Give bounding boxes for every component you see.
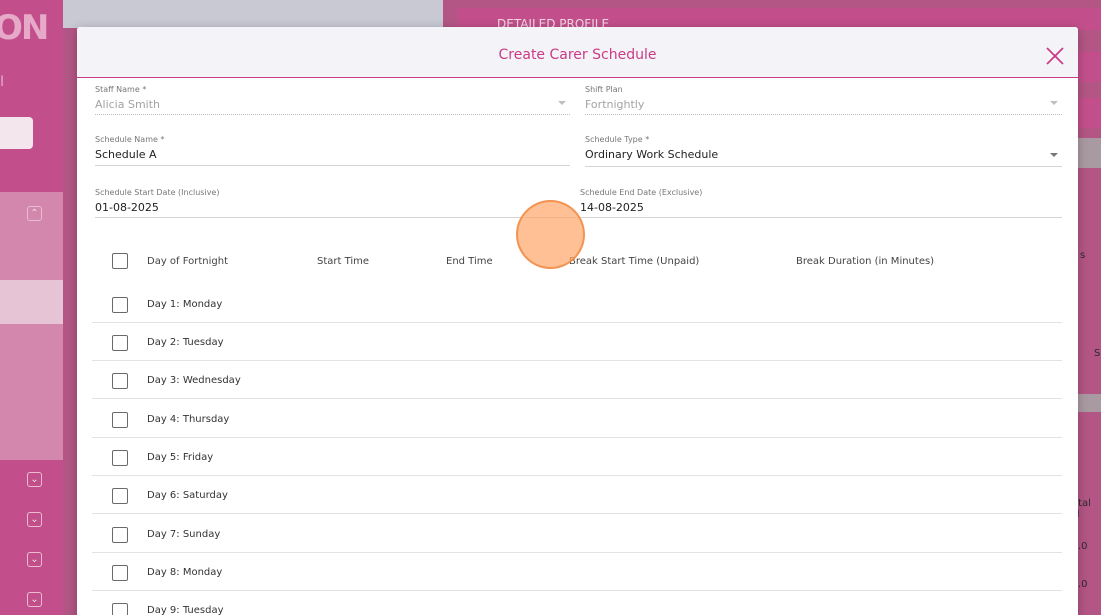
dropdown-caret-icon	[1050, 101, 1058, 105]
dropdown-caret-icon	[1050, 153, 1058, 157]
chevron-down-icon[interactable]: ⌄	[27, 592, 42, 607]
day-label: Day 8: Monday	[147, 567, 223, 578]
background-text: .0	[1078, 579, 1088, 590]
background-banner	[63, 0, 443, 28]
table-row: Day 1: Monday	[92, 285, 1062, 323]
day-label: Day 6: Saturday	[147, 490, 228, 501]
app-logo-sub: I	[0, 74, 5, 90]
schedule-type-label: Schedule Type *	[585, 135, 650, 144]
background-text: S	[1094, 348, 1101, 359]
field-underline	[95, 165, 570, 166]
column-header-break-duration: Break Duration (in Minutes)	[796, 256, 935, 267]
row-checkbox[interactable]	[112, 450, 128, 466]
table-row: Day 6: Saturday	[92, 476, 1062, 514]
row-checkbox[interactable]	[112, 527, 128, 543]
field-underline	[585, 166, 1062, 167]
schedule-type-select[interactable]: Schedule Type * Ordinary Work Schedule	[585, 135, 1062, 167]
day-label: Day 9: Tuesday	[147, 605, 224, 615]
staff-name-value: Alicia Smith	[95, 98, 161, 111]
schedule-name-value: Schedule A	[95, 148, 157, 161]
table-row: Day 2: Tuesday	[92, 323, 1062, 361]
day-label: Day 3: Wednesday	[147, 375, 241, 386]
day-label: Day 2: Tuesday	[147, 337, 224, 348]
chevron-up-icon[interactable]: ⌃	[27, 206, 42, 221]
schedule-name-input[interactable]: Schedule Name * Schedule A	[95, 135, 570, 166]
select-all-checkbox[interactable]	[112, 253, 128, 269]
dropdown-caret-icon	[558, 101, 566, 105]
start-date-value: 01-08-2025	[95, 201, 159, 214]
background-strip	[1078, 394, 1101, 412]
background-right-bars	[1078, 52, 1101, 132]
table-row: Day 4: Thursday	[92, 400, 1062, 438]
dialog-title: Create Carer Schedule	[498, 47, 657, 63]
click-indicator	[516, 200, 585, 269]
table-row: Day 5: Friday	[92, 438, 1062, 476]
background-text: s	[1080, 250, 1086, 261]
shift-plan-value: Fortnightly	[585, 98, 645, 111]
table-row: Day 9: Tuesday	[92, 591, 1062, 615]
table-row: Day 8: Monday	[92, 553, 1062, 591]
end-date-label: Schedule End Date (Exclusive)	[580, 188, 703, 197]
column-header-break-start: Break Start Time (Unpaid)	[569, 256, 700, 267]
background-bar	[1078, 98, 1101, 128]
column-header-end-time: End Time	[446, 256, 493, 267]
chevron-down-icon[interactable]: ⌄	[27, 552, 42, 567]
background-bar	[1078, 52, 1101, 82]
table-row: Day 7: Sunday	[92, 515, 1062, 553]
start-date-label: Schedule Start Date (Inclusive)	[95, 188, 220, 197]
field-underline	[585, 114, 1062, 115]
row-checkbox[interactable]	[112, 297, 128, 313]
table-row: Day 3: Wednesday	[92, 361, 1062, 399]
shift-plan-label: Shift Plan	[585, 85, 623, 94]
app-logo: ON	[0, 8, 49, 48]
schedule-type-value: Ordinary Work Schedule	[585, 148, 719, 161]
background-sidebar: ON I ⌃ ⌄ ⌄ ⌄ ⌄	[0, 0, 63, 615]
row-checkbox[interactable]	[112, 335, 128, 351]
chevron-down-icon[interactable]: ⌄	[27, 472, 42, 487]
create-schedule-dialog: Create Carer Schedule Staff Name * Alici…	[77, 27, 1078, 615]
column-header-day: Day of Fortnight	[147, 256, 229, 267]
background-text: .0	[1078, 541, 1088, 552]
column-header-start-time: Start Time	[317, 256, 370, 267]
sidebar-item-selected[interactable]	[0, 280, 63, 324]
day-label: Day 4: Thursday	[147, 414, 230, 425]
day-label: Day 7: Sunday	[147, 529, 221, 540]
sidebar-section	[0, 192, 63, 460]
row-checkbox[interactable]	[112, 488, 128, 504]
staff-name-label: Staff Name *	[95, 85, 147, 94]
end-date-value: 14-08-2025	[580, 201, 644, 214]
staff-name-select[interactable]: Staff Name * Alicia Smith	[95, 85, 570, 115]
row-checkbox[interactable]	[112, 412, 128, 428]
chevron-down-icon[interactable]: ⌄	[27, 512, 42, 527]
shift-plan-select[interactable]: Shift Plan Fortnightly	[585, 85, 1062, 115]
field-underline	[95, 114, 570, 115]
row-checkbox[interactable]	[112, 373, 128, 389]
close-icon[interactable]	[1044, 45, 1066, 67]
row-checkbox[interactable]	[112, 603, 128, 615]
dialog-header: Create Carer Schedule	[77, 27, 1078, 78]
schedule-end-date-input[interactable]: Schedule End Date (Exclusive) 14-08-2025	[580, 188, 880, 218]
day-label: Day 5: Friday	[147, 452, 214, 463]
sidebar-button[interactable]	[0, 117, 33, 149]
day-label: Day 1: Monday	[147, 299, 223, 310]
background-strip	[1078, 138, 1101, 168]
row-checkbox[interactable]	[112, 565, 128, 581]
schedule-name-label: Schedule Name *	[95, 135, 165, 144]
